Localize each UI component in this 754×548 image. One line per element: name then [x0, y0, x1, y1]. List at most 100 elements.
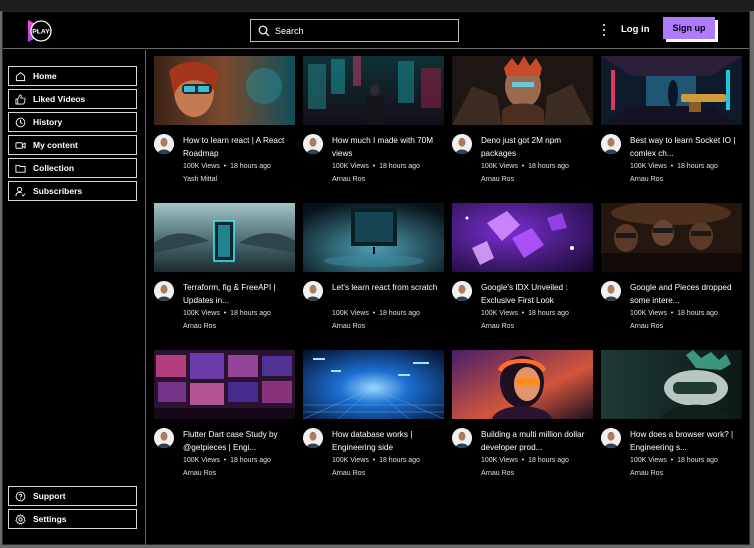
avatar[interactable]: [601, 428, 621, 448]
home-icon: [15, 71, 26, 81]
sidebar-item-history[interactable]: History: [8, 112, 137, 132]
avatar[interactable]: [303, 428, 323, 448]
avatar[interactable]: [303, 281, 323, 301]
channel-name[interactable]: Arnau Ros: [630, 323, 663, 330]
video-thumbnail[interactable]: [154, 350, 295, 419]
avatar[interactable]: [601, 134, 621, 154]
video-card[interactable]: Google and Pieces dropped some intere...…: [601, 203, 742, 342]
channel-name[interactable]: Arnau Ros: [630, 176, 663, 183]
search-input[interactable]: Search: [250, 19, 459, 42]
video-card[interactable]: Flutter Dart case Study by @getpieces | …: [154, 350, 295, 489]
upload-time: 18 hours ago: [528, 310, 569, 317]
view-count: 100K Views: [183, 310, 220, 317]
channel-name[interactable]: Arnau Ros: [183, 470, 216, 477]
channel-name[interactable]: Arnau Ros: [183, 323, 216, 330]
search-placeholder: Search: [275, 25, 304, 36]
video-thumbnail[interactable]: [303, 350, 444, 419]
video-thumbnail[interactable]: [303, 56, 444, 125]
avatar[interactable]: [452, 134, 472, 154]
video-card[interactable]: How database works | Engineering side 10…: [303, 350, 444, 489]
more-options-icon[interactable]: [600, 22, 608, 38]
channel-name[interactable]: Arnau Ros: [332, 323, 365, 330]
video-thumbnail[interactable]: [452, 350, 593, 419]
video-title[interactable]: How database works | Engineering side: [332, 429, 444, 454]
video-card[interactable]: Google's IDX Unveiled : Exclusive First …: [452, 203, 593, 342]
video-title[interactable]: Best way to learn Socket IO | comlex ch.…: [630, 135, 742, 160]
video-card[interactable]: How does a browser work? | Engineering s…: [601, 350, 742, 489]
video-thumbnail[interactable]: [303, 203, 444, 272]
sidebar-item-collection[interactable]: Collection: [8, 158, 137, 178]
video-title[interactable]: How does a browser work? | Engineering s…: [630, 429, 742, 454]
video-card[interactable]: Best way to learn Socket IO | comlex ch.…: [601, 56, 742, 195]
video-title[interactable]: Google and Pieces dropped some intere...: [630, 282, 742, 307]
video-stats: 100K Views • 18 hours ago: [481, 457, 569, 464]
avatar[interactable]: [154, 281, 174, 301]
sidebar-item-label: My content: [33, 140, 78, 150]
video-title[interactable]: Building a multi million dollar develope…: [481, 429, 593, 454]
upload-time: 18 hours ago: [379, 310, 420, 317]
avatar[interactable]: [303, 134, 323, 154]
video-title[interactable]: Deno just got 2M npm packages: [481, 135, 593, 160]
upload-time: 18 hours ago: [677, 163, 718, 170]
play-logo[interactable]: PLAY: [26, 19, 52, 43]
video-thumbnail[interactable]: [601, 350, 742, 419]
video-stats: 100K Views • 18 hours ago: [630, 163, 718, 170]
sidebar-item-settings[interactable]: Settings: [8, 509, 137, 529]
video-thumbnail[interactable]: [601, 56, 742, 125]
sidebar-item-label: Liked Videos: [33, 94, 86, 104]
video-stats: 100K Views • 18 hours ago: [183, 163, 271, 170]
sidebar-item-subscribers[interactable]: Subscribers: [8, 181, 137, 201]
video-stats: 100K Views • 18 hours ago: [332, 163, 420, 170]
channel-name[interactable]: Arnau Ros: [332, 470, 365, 477]
video-thumbnail[interactable]: [452, 56, 593, 125]
video-title[interactable]: How much I made with 70M views: [332, 135, 444, 160]
video-thumbnail[interactable]: [154, 203, 295, 272]
avatar[interactable]: [452, 428, 472, 448]
video-title[interactable]: Flutter Dart case Study by @getpieces | …: [183, 429, 295, 454]
login-button[interactable]: Log in: [621, 24, 650, 35]
view-count: 100K Views: [630, 457, 667, 464]
channel-name[interactable]: Yash Mittal: [183, 176, 217, 183]
channel-name[interactable]: Arnau Ros: [332, 176, 365, 183]
view-count: 100K Views: [481, 310, 518, 317]
video-camera-icon: [15, 141, 26, 149]
sidebar-item-support[interactable]: Support: [8, 486, 137, 506]
channel-name[interactable]: Arnau Ros: [481, 176, 514, 183]
view-count: 100K Views: [183, 163, 220, 170]
signup-button[interactable]: Sign up: [663, 17, 715, 39]
video-title[interactable]: Let's learn react from scratch: [332, 282, 444, 307]
video-card[interactable]: How to learn react | A React Roadmap 100…: [154, 56, 295, 195]
video-card[interactable]: Deno just got 2M npm packages 100K Views…: [452, 56, 593, 195]
avatar[interactable]: [154, 428, 174, 448]
sidebar-item-home[interactable]: Home: [8, 66, 137, 86]
channel-name[interactable]: Arnau Ros: [481, 323, 514, 330]
video-thumbnail[interactable]: [154, 56, 295, 125]
video-thumbnail[interactable]: [452, 203, 593, 272]
video-title[interactable]: How to learn react | A React Roadmap: [183, 135, 295, 160]
top-header: PLAY Search Log in Sign up: [3, 12, 749, 49]
sidebar-item-liked-videos[interactable]: Liked Videos: [8, 89, 137, 109]
video-stats: 100K Views • 18 hours ago: [183, 310, 271, 317]
channel-name[interactable]: Arnau Ros: [630, 470, 663, 477]
gear-icon: [15, 513, 26, 525]
avatar[interactable]: [154, 134, 174, 154]
video-card[interactable]: Let's learn react from scratch 100K View…: [303, 203, 444, 342]
view-count: 100K Views: [630, 310, 667, 317]
video-stats: 100K Views • 18 hours ago: [481, 310, 569, 317]
view-count: 100K Views: [183, 457, 220, 464]
video-title[interactable]: Terraform, fig & FreeAPI | Updates in...: [183, 282, 295, 307]
avatar[interactable]: [601, 281, 621, 301]
video-card[interactable]: Building a multi million dollar develope…: [452, 350, 593, 489]
video-stats: 100K Views • 18 hours ago: [630, 457, 718, 464]
channel-name[interactable]: Arnau Ros: [481, 470, 514, 477]
video-card[interactable]: Terraform, fig & FreeAPI | Updates in...…: [154, 203, 295, 342]
video-thumbnail[interactable]: [601, 203, 742, 272]
view-count: 100K Views: [481, 457, 518, 464]
upload-time: 18 hours ago: [230, 163, 271, 170]
app-window: PLAY Search Log in Sign up Home Liked Vi…: [2, 11, 750, 545]
sidebar-item-my-content[interactable]: My content: [8, 135, 137, 155]
video-card[interactable]: How much I made with 70M views 100K View…: [303, 56, 444, 195]
video-title[interactable]: Google's IDX Unveiled : Exclusive First …: [481, 282, 593, 307]
upload-time: 18 hours ago: [528, 457, 569, 464]
avatar[interactable]: [452, 281, 472, 301]
